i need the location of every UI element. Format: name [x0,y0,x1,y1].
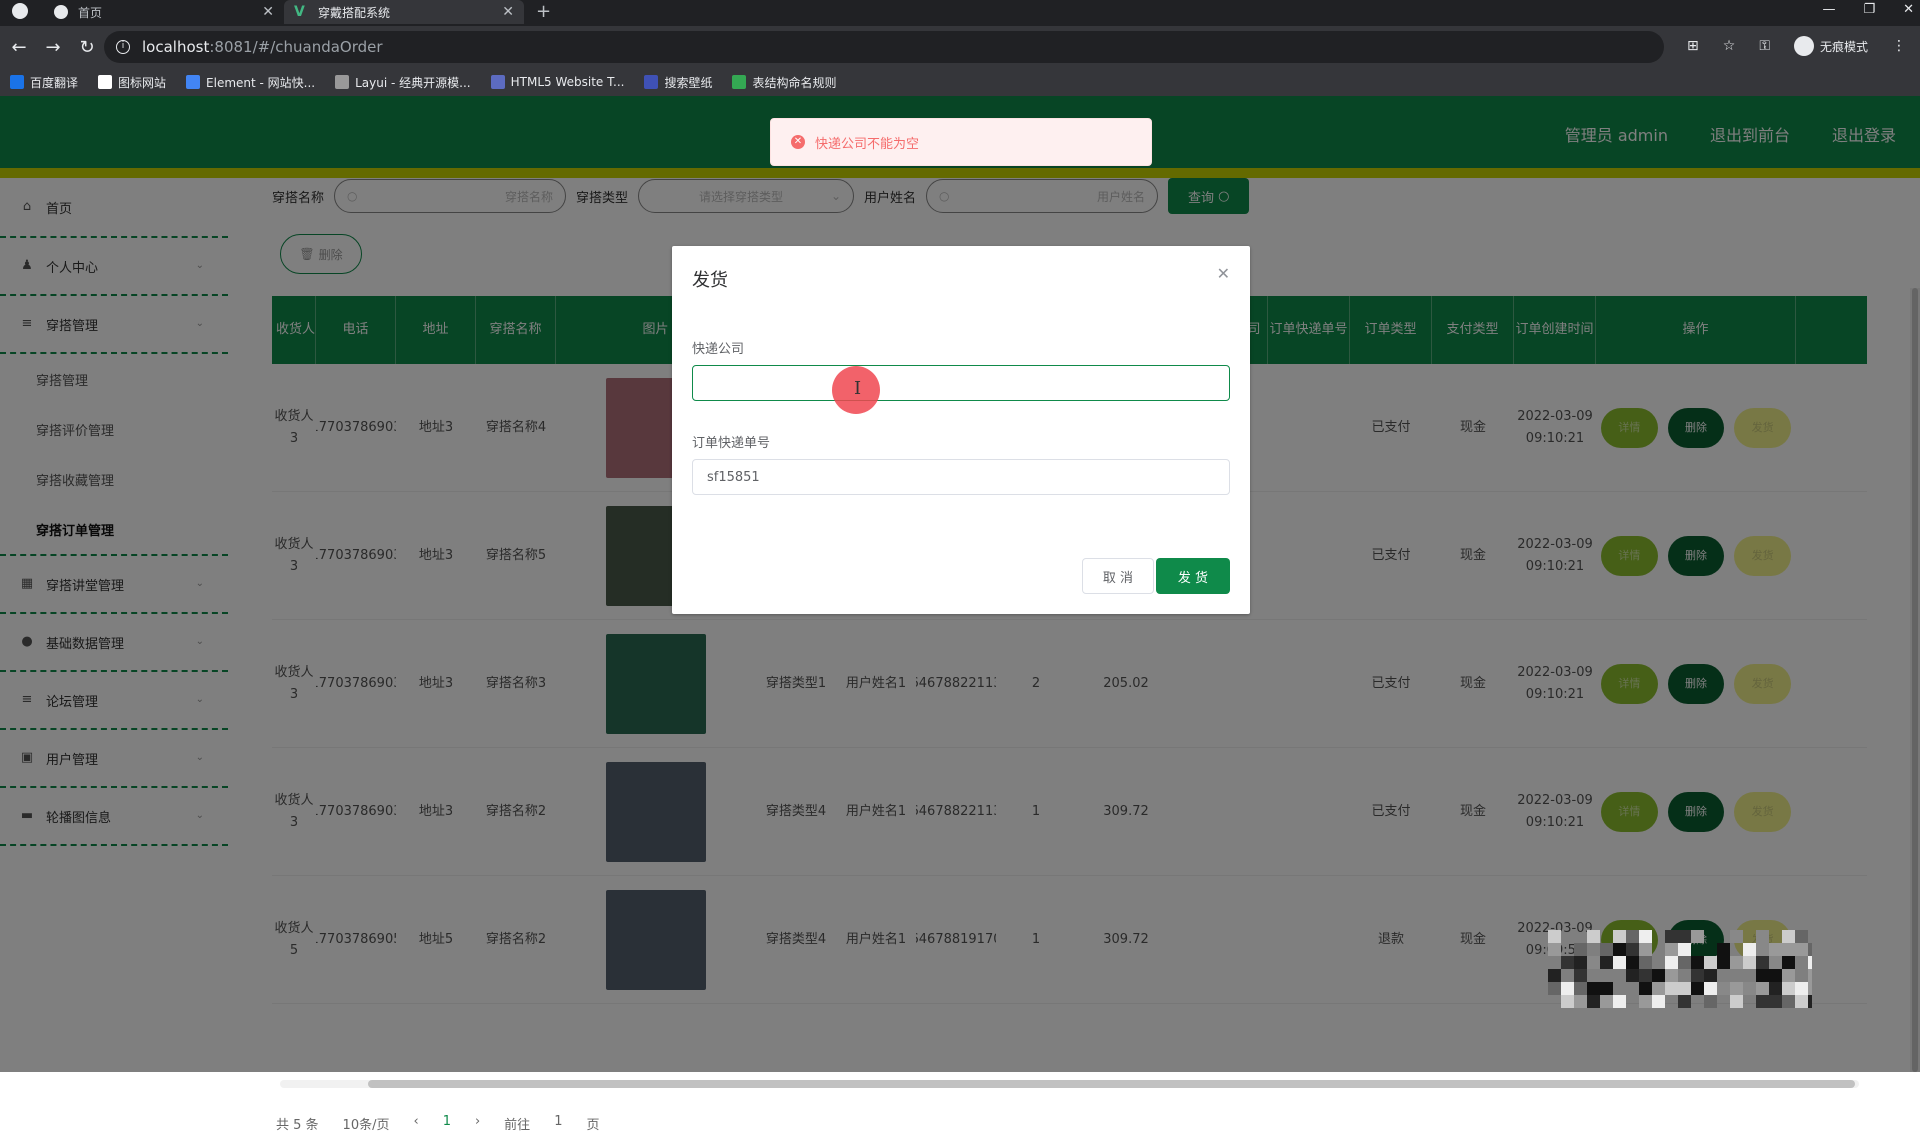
bookmark-label: 图标网站 [118,75,167,90]
new-tab-icon[interactable]: + [536,1,551,22]
vue-logo-icon: V [294,4,305,20]
toast-message: 快递公司不能为空 [815,136,920,152]
cancel-button[interactable]: 取 消 [1082,558,1154,594]
horizontal-scrollbar[interactable] [272,1078,1867,1088]
bookmarks-bar: 百度翻译 图标网站 Element - 网站快... Layui - 经典开源模...… [0,68,1920,96]
url-host: localhost [142,38,210,56]
bookmark-label: 百度翻译 [30,75,79,90]
browser-toolbar: ← → ↻ i localhost:8081/#/chuandaOrder ⊞ … [0,26,1920,68]
bookmark-label: 搜索壁纸 [664,75,713,90]
close-icon[interactable]: ✕ [1217,264,1230,283]
prev-page-icon[interactable]: ‹ [413,1114,418,1133]
tab-system[interactable]: V 穿戴搭配系统 ✕ [284,0,524,24]
info-icon[interactable]: i [116,40,130,54]
bookmark-item[interactable]: Element - 网站快... [186,74,315,91]
close-window-icon[interactable]: ✕ [1903,2,1914,17]
tab-strip: 首页 ✕ V 穿戴搭配系统 ✕ + — ❐ ✕ [0,0,1920,24]
tracking-number-input[interactable]: sf15851 [692,459,1230,495]
total-count: 共 5 条 [276,1118,319,1133]
incognito-icon [1793,36,1814,56]
goto-input[interactable]: 1 [554,1114,562,1133]
bookmark-item[interactable]: 表结构命名规则 [732,74,836,91]
tracking-label: 订单快递单号 [692,436,771,451]
tab-label: 首页 [78,5,103,20]
bookmark-icon [186,75,201,89]
bookmark-icon [644,75,659,89]
reload-icon[interactable]: ↻ [72,37,102,58]
dialog-title: 发货 [692,270,728,291]
error-icon: ✕ [791,135,805,149]
ship-dialog: 发货 ✕ 快递公司 订单快递单号 sf15851 I 取 消 发 货 [672,246,1250,614]
incognito-badge[interactable]: 无痕模式 [1793,36,1868,56]
bookmark-item[interactable]: 百度翻译 [10,74,78,91]
bookmark-icon [98,75,113,89]
restore-icon[interactable]: ❐ [1863,2,1875,17]
bookmark-label: 表结构命名规则 [752,75,837,90]
goto-prefix: 前往 [504,1118,531,1133]
bookmark-item[interactable]: 图标网站 [98,74,166,91]
url-path: :8081/#/chuandaOrder [209,38,383,56]
goto-suffix: 页 [586,1118,600,1133]
more-icon[interactable]: ⋮ [1892,38,1906,54]
confirm-ship-button[interactable]: 发 货 [1156,558,1230,594]
bookmark-icon [732,75,747,89]
express-company-input[interactable] [692,365,1230,401]
browser-chrome: 首页 ✕ V 穿戴搭配系统 ✕ + — ❐ ✕ ← → ↻ i localhos… [0,0,1920,96]
bookmark-icon [10,75,24,89]
pixelated-region [1548,930,1812,1008]
back-icon[interactable]: ← [4,37,34,58]
bookmark-label: Layui - 经典开源模... [355,75,471,90]
translate-icon[interactable]: ⊞ [1687,38,1699,54]
close-icon[interactable]: ✕ [262,4,274,20]
bookmark-label: HTML5 Website T... [510,75,625,89]
close-icon[interactable]: ✕ [502,4,514,20]
scroll-thumb[interactable] [368,1080,1855,1088]
window-controls: — ❐ ✕ [1822,2,1914,17]
next-page-icon[interactable]: › [475,1114,480,1133]
page-size-select[interactable]: 10条/页 [343,1114,390,1133]
forward-icon[interactable]: → [38,37,68,58]
address-bar[interactable]: i localhost:8081/#/chuandaOrder [104,31,1664,63]
globe-icon [54,5,68,19]
company-label: 快递公司 [692,342,745,357]
incognito-label: 无痕模式 [1819,39,1868,54]
error-toast: ✕ 快递公司不能为空 [770,118,1152,166]
bookmark-icon [490,75,505,89]
bookmark-icon [335,75,350,89]
bookmark-label: Element - 网站快... [206,75,316,90]
current-page[interactable]: 1 [443,1114,451,1133]
bookmark-item[interactable]: HTML5 Website T... [490,75,625,89]
minimize-icon[interactable]: — [1822,2,1835,17]
tab-home[interactable]: 首页 ✕ [44,0,284,24]
bookmark-item[interactable]: Layui - 经典开源模... [335,74,471,91]
bookmark-item[interactable]: 搜索壁纸 [644,74,712,91]
key-icon[interactable]: ⚿ [1759,38,1770,54]
browser-menu-icon[interactable] [12,3,28,19]
toolbar-actions: ⊞ ☆ ⚿ 无痕模式 ⋮ [1687,36,1906,56]
tab-label: 穿戴搭配系统 [318,5,391,20]
star-icon[interactable]: ☆ [1723,38,1736,54]
pagination: 共 5 条 10条/页 ‹ 1 › 前往 1 页 [276,1114,599,1133]
text-cursor-icon: I [854,378,862,399]
